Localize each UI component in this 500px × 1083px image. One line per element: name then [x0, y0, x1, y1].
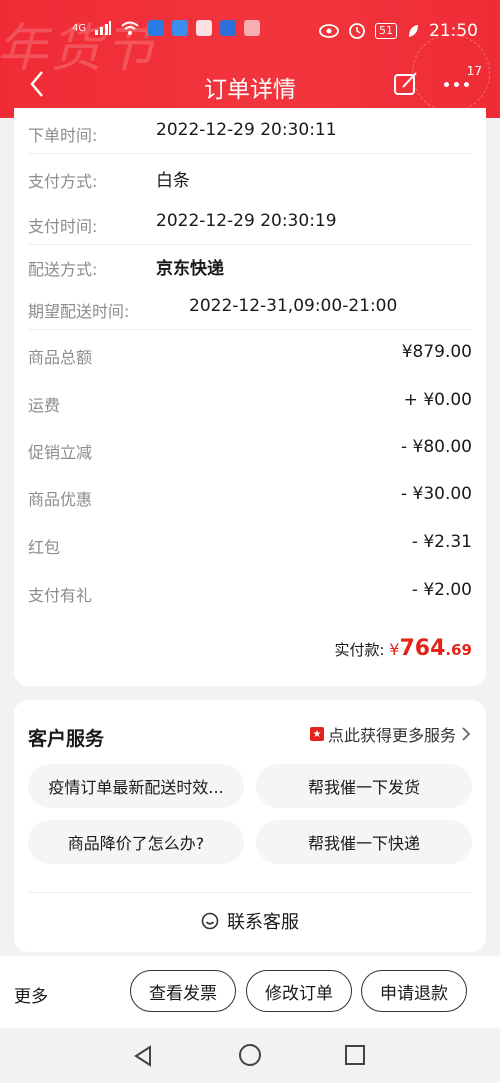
amount-label: 商品优惠: [28, 490, 93, 509]
status-bar: 4G 51 21:50: [0, 0, 500, 62]
amount-value: - ¥2.31: [411, 532, 472, 552]
total-decimal: .69: [445, 641, 472, 659]
info-row: 配送方式: 京东快递: [28, 254, 472, 288]
chevron-right-icon: [462, 727, 471, 741]
amount-label: 促销立减: [28, 443, 93, 462]
more-actions-link[interactable]: 更多: [14, 982, 48, 1007]
info-value: 2022-12-31,09:00-21:00: [189, 296, 398, 316]
page-title: 订单详情: [204, 77, 296, 103]
modify-order-button[interactable]: 修改订单: [246, 970, 352, 1012]
contact-service-button[interactable]: 联系客服: [14, 908, 486, 934]
chat-smile-icon: [201, 912, 219, 930]
edit-icon[interactable]: [392, 70, 420, 98]
info-row: 支付时间: 2022-12-29 20:30:19: [28, 211, 472, 245]
system-nav-bar: [0, 1028, 500, 1083]
more-menu-button[interactable]: 17: [442, 64, 482, 98]
amount-label: 商品总额: [28, 348, 93, 367]
network-label: 4G: [72, 22, 87, 34]
customer-service-card: 客户服务 ★ 点此获得更多服务 疫情订单最新配送时效... 帮我催一下发货 商品…: [14, 700, 486, 952]
app-notification-icon: [244, 20, 261, 36]
amount-row: 商品总额 ¥879.00: [28, 342, 472, 372]
app-notification-icon: [148, 20, 165, 36]
amount-value: ¥879.00: [401, 342, 472, 362]
total-label: 实付款:: [334, 641, 385, 659]
info-label: 配送方式:: [28, 260, 98, 279]
message-badge: 17: [466, 64, 482, 78]
cloud-icon: [172, 20, 189, 36]
info-value: 2022-12-29 20:30:19: [156, 211, 337, 231]
battery-icon: 51: [375, 23, 397, 39]
amount-label: 支付有礼: [28, 586, 93, 605]
order-info-card: 下单时间: 2022-12-29 20:30:11 支付方式: 白条 支付时间:…: [14, 108, 486, 686]
customer-service-title: 客户服务: [28, 728, 105, 750]
amount-label: 红包: [28, 538, 61, 557]
service-option-button[interactable]: 疫情订单最新配送时效...: [28, 764, 244, 808]
info-value: 2022-12-29 20:30:11: [156, 120, 337, 140]
service-option-button[interactable]: 商品降价了怎么办?: [28, 820, 244, 864]
info-label: 支付时间:: [28, 217, 98, 236]
service-option-button[interactable]: 帮我催一下快递: [256, 820, 472, 864]
info-value: 京东快递: [156, 259, 224, 279]
amount-row: 支付有礼 - ¥2.00: [28, 580, 472, 610]
leaf-icon: [409, 25, 418, 37]
eye-icon: [319, 24, 339, 38]
star-icon: ★: [309, 727, 324, 741]
info-label: 期望配送时间:: [28, 302, 130, 321]
total-currency: ¥: [389, 640, 400, 659]
info-row: 期望配送时间: 2022-12-31,09:00-21:00: [28, 296, 472, 330]
amount-row: 运费 + ¥0.00: [28, 390, 472, 420]
request-refund-button[interactable]: 申请退款: [361, 970, 467, 1012]
alarm-icon: [349, 23, 365, 39]
total-integer: 764: [399, 636, 446, 661]
bottom-action-bar: 更多 查看发票 修改订单 申请退款: [0, 956, 500, 1028]
info-value: 白条: [156, 171, 190, 191]
more-dots-icon: [444, 82, 469, 87]
signal-icon: [95, 21, 112, 35]
amount-value: - ¥2.00: [411, 580, 472, 600]
amount-row: 红包 - ¥2.31: [28, 532, 472, 562]
info-label: 支付方式:: [28, 172, 98, 191]
more-services-link[interactable]: ★ 点此获得更多服务: [309, 722, 472, 746]
amount-row: 促销立减 - ¥80.00: [28, 437, 472, 467]
amount-label: 运费: [28, 396, 61, 415]
divider: [28, 892, 472, 893]
view-invoice-button[interactable]: 查看发票: [130, 970, 236, 1012]
contact-service-label: 联系客服: [227, 912, 299, 933]
amount-value: + ¥0.00: [403, 390, 472, 410]
clock-time: 21:50: [429, 21, 478, 41]
app-notification-icon: [196, 20, 213, 36]
wifi-icon: [121, 21, 139, 35]
total-paid: 实付款: ¥764.69: [334, 636, 472, 661]
service-option-button[interactable]: 帮我催一下发货: [256, 764, 472, 808]
app-notification-icon: [220, 20, 237, 36]
amount-row: 商品优惠 - ¥30.00: [28, 484, 472, 514]
amount-value: - ¥80.00: [400, 437, 472, 457]
info-row: 下单时间: 2022-12-29 20:30:11: [28, 120, 472, 154]
recents-square-icon[interactable]: [344, 1044, 366, 1066]
header-bar: 年货节 4G 51 21:50 订单详情 17: [0, 0, 500, 118]
info-label: 下单时间:: [28, 126, 98, 145]
more-services-label: 点此获得更多服务: [327, 726, 456, 745]
amount-value: - ¥30.00: [400, 484, 472, 504]
home-circle-icon[interactable]: [238, 1043, 262, 1067]
back-triangle-icon[interactable]: [132, 1044, 154, 1068]
info-row: 支付方式: 白条: [28, 166, 472, 200]
